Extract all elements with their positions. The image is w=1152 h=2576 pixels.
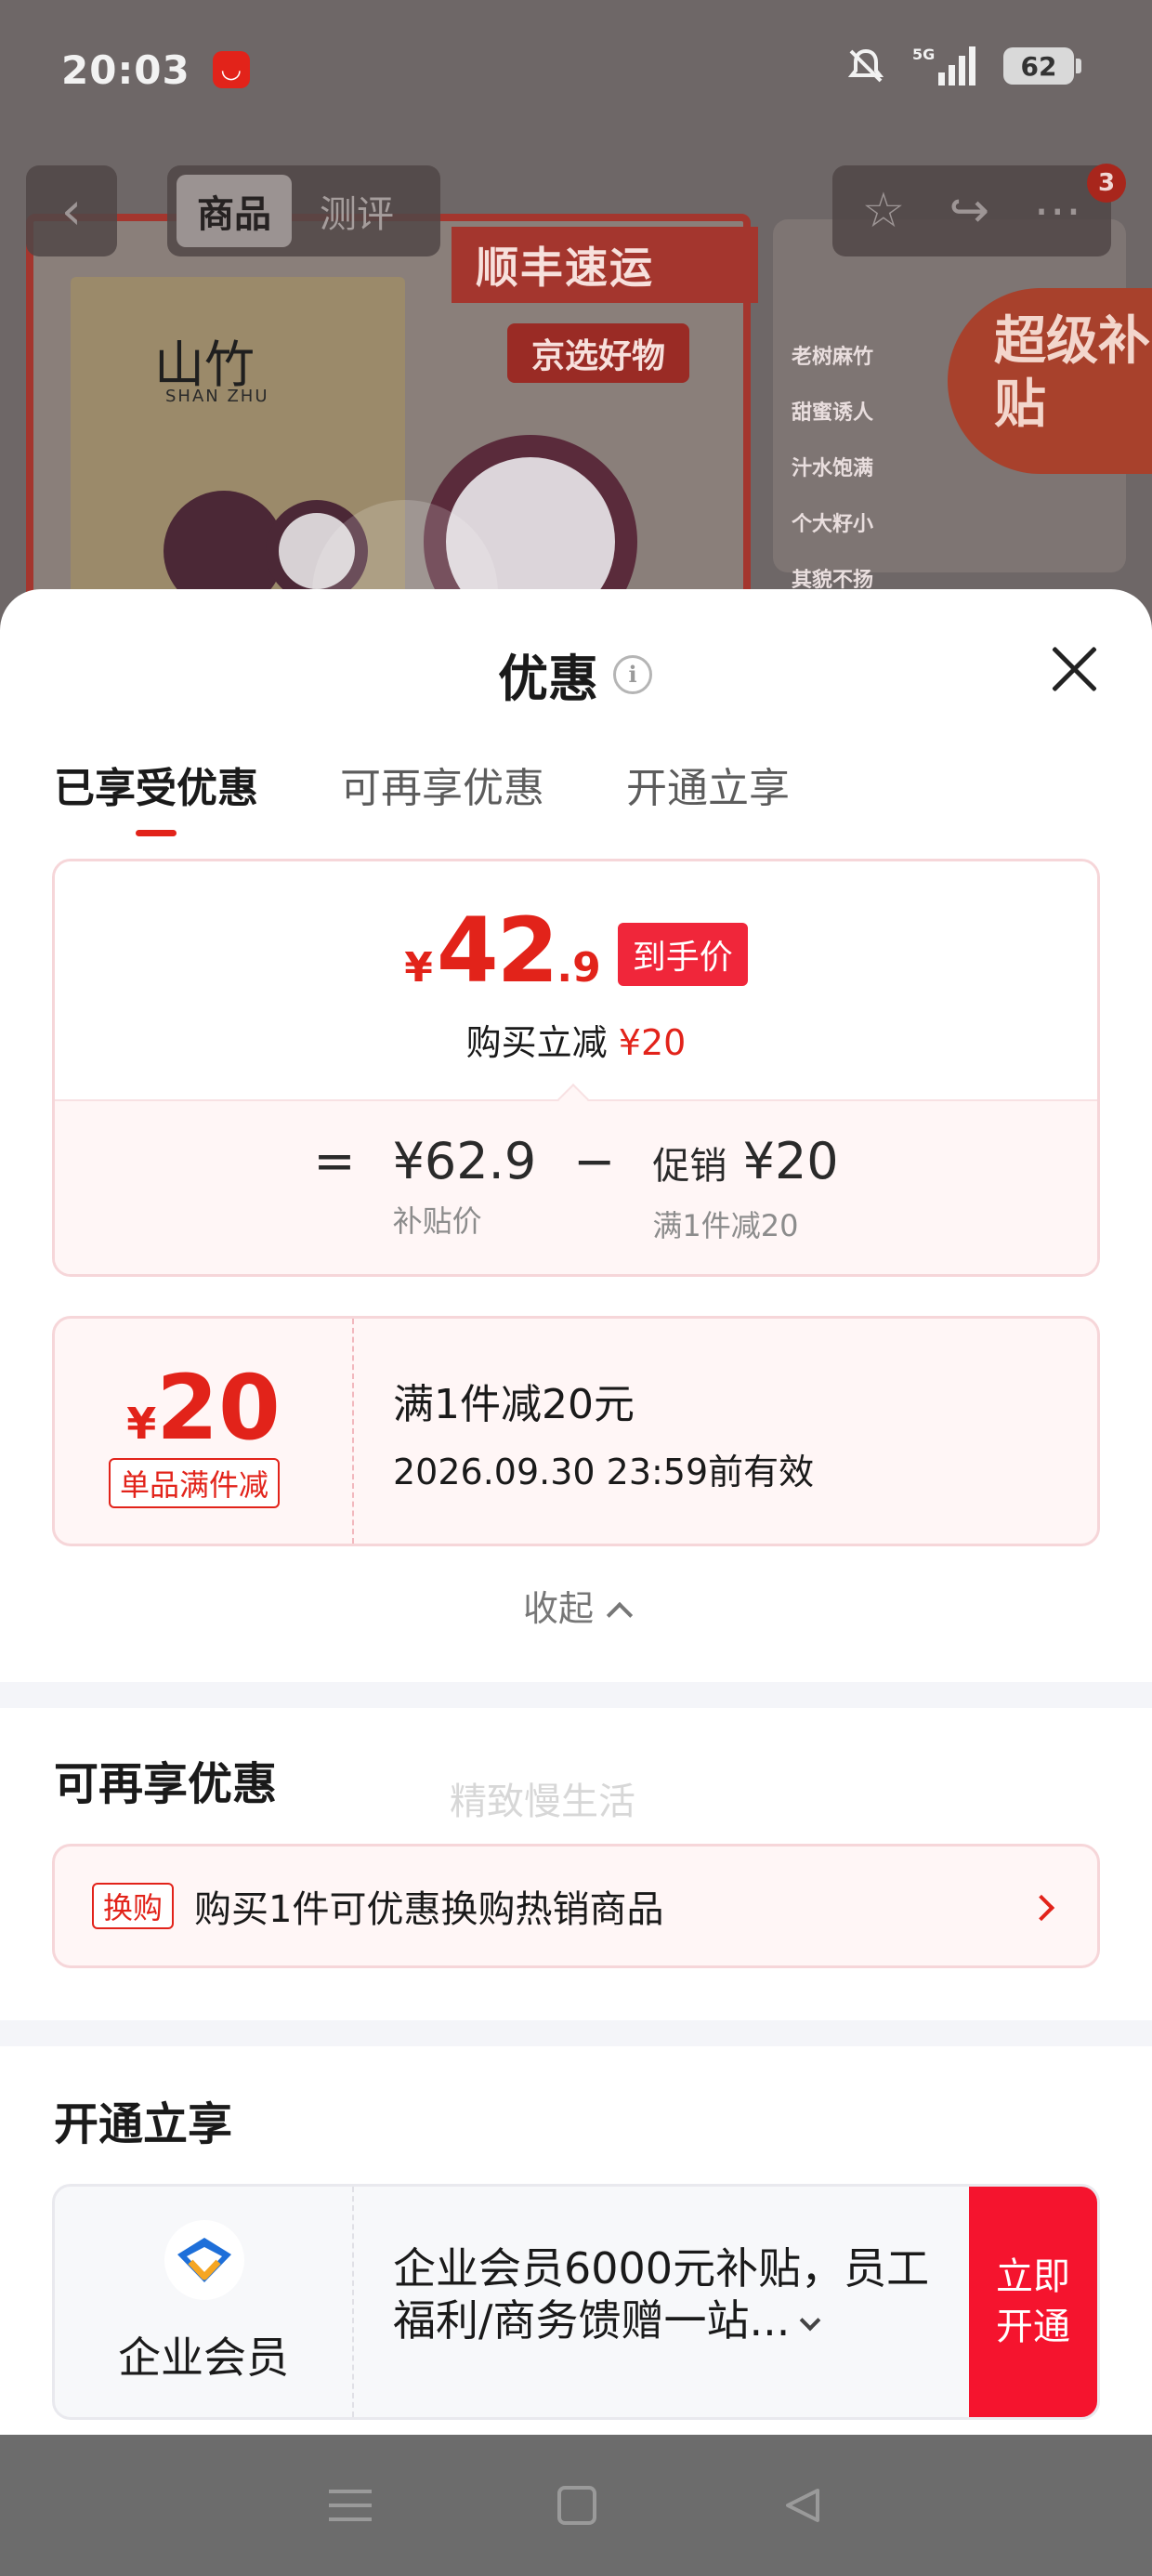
tab-open-to-enjoy[interactable]: 开通立享 <box>626 755 790 836</box>
share-icon[interactable]: ↪ <box>949 187 990 235</box>
currency-symbol: ¥ <box>404 944 433 992</box>
equals-sign: = <box>313 1132 356 1190</box>
svg-text:5G: 5G <box>912 46 935 63</box>
super-subsidy-badge: 超级补贴 <box>948 288 1152 474</box>
open-to-enjoy-title: 开通立享 <box>54 2098 233 2150</box>
feature-item: 汁水饱满 <box>792 457 874 480</box>
chevron-right-icon <box>1028 1894 1055 1922</box>
section-divider <box>0 2020 1152 2046</box>
coupon-type-badge: 单品满件减 <box>109 1458 281 1508</box>
instant-discount-amount: ¥20 <box>618 1022 687 1063</box>
battery-icon: 62 <box>1003 47 1081 85</box>
feature-item: 甜蜜诱人 <box>792 401 874 425</box>
enterprise-member-card: 企业会员 企业会员6000元补贴，员工福利/商务馈赠一站... 立即开通 <box>52 2184 1100 2420</box>
base-price-label: 补贴价 <box>392 1203 482 1239</box>
price-formula: = ¥62.9 补贴价 − 促销 ¥20 满1件减20 <box>55 1099 1097 1274</box>
promo-name: 促销 <box>652 1145 727 1188</box>
coupon-card: ¥20 单品满件减 满1件减20元 2026.09.30 23:59前有效 <box>52 1316 1100 1546</box>
coupon-title: 满1件减20元 <box>393 1381 635 1428</box>
product-actions: ☆ ↪ ⋯ <box>832 165 1111 256</box>
tab-review[interactable]: 测评 <box>299 175 414 247</box>
tab-more-discounts[interactable]: 可再享优惠 <box>340 755 544 836</box>
status-time: 20:03 <box>61 46 190 93</box>
sheet-title-group: 优惠 i <box>498 637 652 711</box>
price-integer: 42 <box>436 899 559 1003</box>
minus-sign: − <box>573 1132 616 1190</box>
feature-item: 个大籽小 <box>792 513 874 536</box>
watermark: 精致慢生活 <box>450 1781 635 1823</box>
product-nav-tabs: 商品 测评 <box>167 165 440 256</box>
discount-tabs: 已享受优惠 可再享优惠 开通立享 <box>54 755 790 836</box>
trade-in-offer[interactable]: 换购 购买1件可优惠换购热销商品 <box>52 1844 1100 1968</box>
menu-icon[interactable] <box>329 2490 372 2521</box>
tab-product[interactable]: 商品 <box>177 175 292 247</box>
status-bar: 20:03 ◡ 5G 62 <box>0 0 1152 139</box>
member-label: 企业会员 <box>118 2333 289 2383</box>
chevron-up-icon <box>606 1601 634 1629</box>
member-badge-area: 企业会员 <box>55 2187 354 2417</box>
jingxuan-badge: 京选好物 <box>507 323 690 383</box>
instant-discount-text: 购买立减 ¥20 <box>55 1014 1097 1065</box>
open-membership-button[interactable]: 立即 开通 <box>969 2187 1097 2417</box>
home-icon[interactable] <box>557 2486 596 2525</box>
section-divider <box>0 1682 1152 1708</box>
base-price-value: ¥62.9 <box>392 1132 537 1190</box>
coupon-currency: ¥ <box>126 1399 157 1449</box>
collapse-label: 收起 <box>522 1588 594 1629</box>
notification-badge: 3 <box>1087 164 1126 203</box>
mute-icon <box>845 46 886 86</box>
price-decimal: .9 <box>556 944 601 992</box>
final-price: ¥ 42 .9 到手价 <box>55 899 1097 1003</box>
coupon-amount: ¥20 <box>55 1356 352 1460</box>
trade-in-tag: 换购 <box>92 1883 175 1929</box>
member-description[interactable]: 企业会员6000元补贴，员工福利/商务馈赠一站... <box>393 2242 932 2346</box>
instant-discount-label: 购买立减 <box>465 1022 608 1063</box>
collapse-button[interactable]: 收起 <box>0 1580 1152 1631</box>
status-icons: 5G 62 <box>845 45 1081 87</box>
promo-value: ¥20 <box>742 1132 839 1190</box>
feature-item: 老树麻竹 <box>792 346 874 369</box>
promo-column: 促销 ¥20 满1件减20 <box>652 1129 838 1245</box>
tab-enjoyed-discounts[interactable]: 已享受优惠 <box>54 755 258 836</box>
back-button[interactable]: ‹ <box>26 165 117 256</box>
coupon-amount-area: ¥20 单品满件减 <box>55 1319 354 1544</box>
product-feature-list: 老树麻竹 甜蜜诱人 汁水饱满 个大籽小 其貌不扬 <box>792 340 873 593</box>
signal-icon: 5G <box>912 45 977 87</box>
product-box-subtitle: SHAN ZHU <box>165 387 269 406</box>
button-line-1: 立即 <box>996 2255 1070 2298</box>
price-summary: ¥ 42 .9 到手价 购买立减 ¥20 <box>55 861 1097 1099</box>
base-price-column: ¥62.9 补贴价 <box>393 1129 537 1241</box>
price-breakdown: = ¥62.9 补贴价 − 促销 ¥20 满1件减20 <box>55 1129 1097 1245</box>
system-nav-bar <box>0 2435 1152 2576</box>
button-line-2: 开通 <box>996 2306 1070 2348</box>
member-description-text: 企业会员6000元补贴，员工福利/商务馈赠一站... <box>393 2243 930 2346</box>
info-icon[interactable]: i <box>613 654 652 694</box>
close-icon[interactable] <box>1050 645 1098 693</box>
discount-sheet: 优惠 i 已享受优惠 可再享优惠 开通立享 ¥ 42 .9 到手价 购买立减 ¥… <box>0 589 1152 2435</box>
sheet-title: 优惠 <box>498 650 598 708</box>
final-price-card: ¥ 42 .9 到手价 购买立减 ¥20 = ¥62.9 补贴价 − 促销 ¥2… <box>52 859 1100 1277</box>
trade-in-text: 购买1件可优惠换购热销商品 <box>194 1888 664 1931</box>
chevron-down-icon <box>800 2309 821 2332</box>
promo-label: 满1件减20 <box>652 1208 799 1243</box>
coupon-validity: 2026.09.30 23:59前有效 <box>393 1452 815 1492</box>
more-icon[interactable]: ⋯ <box>1033 187 1081 235</box>
sheet-header: 优惠 i <box>0 589 1152 753</box>
background-product-page: 20:03 ◡ 5G 62 山竹 SHAN ZHU 顺丰速运 京选好物 老树麻竹… <box>0 0 1152 669</box>
app-notification-icon: ◡ <box>212 51 250 88</box>
final-price-tag: 到手价 <box>617 923 748 986</box>
coupon-value: 20 <box>156 1356 281 1460</box>
star-icon[interactable]: ☆ <box>862 187 906 235</box>
back-triangle-icon[interactable] <box>782 2485 823 2526</box>
more-discounts-title: 可再享优惠 <box>54 1758 278 1810</box>
sf-express-badge: 顺丰速运 <box>452 227 758 303</box>
diamond-logo-icon <box>164 2220 244 2300</box>
